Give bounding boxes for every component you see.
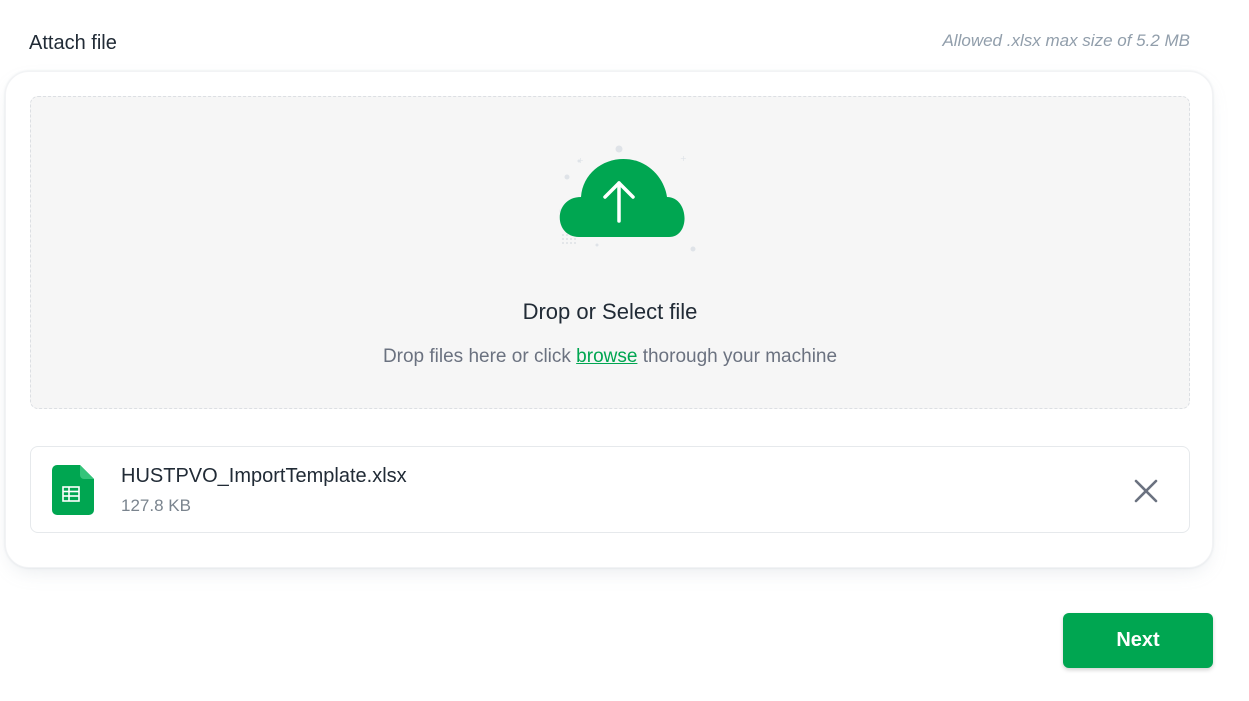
upload-card: + + Drop or Select file Drop files here …: [5, 71, 1213, 568]
svg-text:+: +: [680, 154, 687, 163]
file-dropzone[interactable]: + + Drop or Select file Drop files here …: [30, 96, 1190, 409]
dropzone-subtitle: Drop files here or click browse thorough…: [31, 346, 1189, 368]
next-button[interactable]: Next: [1063, 613, 1213, 668]
dropzone-title: Drop or Select file: [522, 299, 698, 324]
spreadsheet-file-icon: [52, 465, 94, 515]
file-name: HUSTPVO_ImportTemplate.xlsx: [121, 465, 407, 487]
allowed-file-note: Allowed .xlsx max size of 5.2 MB: [942, 31, 1190, 50]
svg-text:+: +: [577, 156, 584, 165]
file-size: 127.8 KB: [121, 496, 191, 515]
browse-link[interactable]: browse: [576, 346, 637, 367]
attach-file-title: Attach file: [29, 32, 117, 54]
dropzone-subtitle-prefix: Drop files here or click: [382, 346, 577, 367]
uploaded-file-item: HUSTPVO_ImportTemplate.xlsx 127.8 KB: [30, 446, 1190, 533]
close-icon[interactable]: [1131, 476, 1161, 506]
dropzone-subtitle-suffix: thorough your machine: [637, 346, 838, 367]
cloud-upload-icon: + +: [559, 145, 696, 252]
